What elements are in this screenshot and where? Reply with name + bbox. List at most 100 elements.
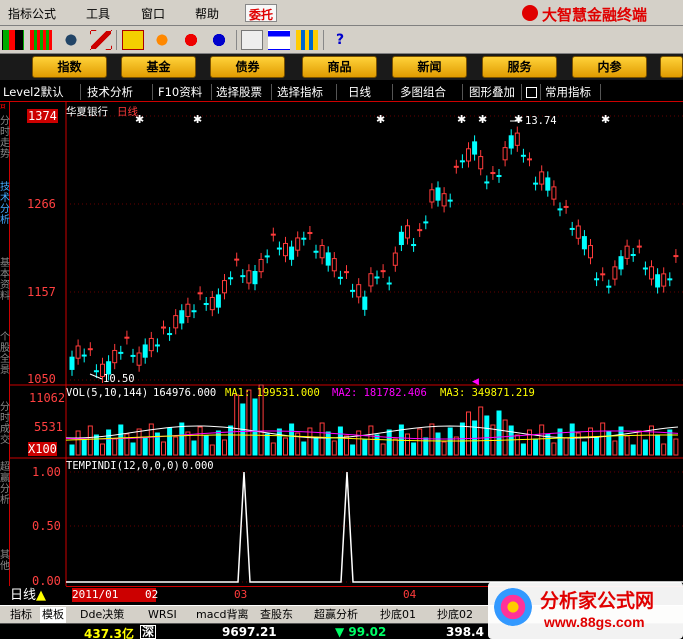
candle-body	[289, 246, 295, 260]
candle-body	[185, 303, 191, 317]
volume-bar	[405, 433, 410, 456]
candle-body	[215, 294, 221, 308]
status-index-change: ▼ 99.02	[335, 625, 387, 639]
volume-bar	[313, 436, 319, 456]
entrust-button[interactable]: 委托	[245, 4, 278, 22]
bottom-tab-template[interactable]: 模板	[40, 607, 66, 623]
category-fund[interactable]: 基金	[121, 56, 196, 78]
window-icon[interactable]	[268, 30, 290, 50]
candle-body	[459, 160, 465, 163]
category-commodity[interactable]: 商品	[302, 56, 377, 78]
candle-body	[441, 193, 447, 207]
candle-body	[276, 247, 282, 250]
menu-window[interactable]: 窗口	[141, 5, 165, 22]
chart-area[interactable]: ✱ ✱ ✱ ✱ ✱ ✱ ✱ ◀ 华夏银行 日线 1374 1266 1157 1050 13.…	[10, 102, 683, 588]
tab-technical-analysis[interactable]: 技术分析	[87, 83, 133, 101]
sub-indicator-value: 0.000	[182, 460, 214, 472]
tab-f10[interactable]: F10资料	[158, 83, 202, 101]
volume-bar	[93, 434, 99, 456]
period-label: 日线	[117, 106, 138, 118]
bottom-tab-wrsi[interactable]: WRSI	[148, 607, 177, 623]
date-tick: 02	[145, 588, 159, 601]
candle-body	[258, 258, 264, 273]
candle-body	[203, 303, 209, 306]
tab-overlay[interactable]: 图形叠加	[469, 83, 515, 101]
bottom-tab-dde[interactable]: Dde决策	[80, 607, 124, 623]
volume-bar	[551, 442, 557, 456]
candle-body	[423, 221, 429, 224]
candle-body	[301, 237, 307, 240]
candle-body	[362, 296, 368, 310]
bottom-tab-indicator[interactable]: 指标	[10, 607, 32, 623]
tab-select-indicator[interactable]: 选择指标	[277, 83, 323, 101]
volume-bar	[441, 441, 447, 456]
print-icon[interactable]	[241, 30, 263, 50]
stock-name: 华夏银行	[66, 106, 108, 118]
help-cursor-icon[interactable]: ?	[329, 30, 351, 50]
volume-bar	[234, 394, 240, 456]
candle-body	[313, 250, 319, 253]
ma1-value: MA1: 199531.000	[225, 387, 320, 399]
volume-bar	[319, 422, 325, 456]
menu-tools[interactable]: 工具	[86, 5, 110, 22]
period-selector[interactable]: 日线▲	[0, 586, 66, 605]
volume-bar	[386, 429, 392, 456]
tab-daily[interactable]: 日线	[348, 83, 371, 101]
tab-common-indicators[interactable]: 常用指标	[545, 83, 591, 101]
status-volume: 398.4	[446, 625, 484, 639]
volume-bar	[411, 442, 417, 456]
menu-formula[interactable]: 公式	[32, 5, 56, 22]
quote-icon[interactable]	[30, 30, 52, 50]
tab-multi-chart[interactable]: 多图组合	[400, 83, 446, 101]
red-ball-icon[interactable]	[180, 30, 202, 50]
menu-help[interactable]: 帮助	[195, 5, 219, 22]
lock-icon[interactable]	[526, 87, 537, 98]
menu-indicator[interactable]: 指标	[8, 5, 32, 22]
tab-select-stock[interactable]: 选择股票	[216, 83, 262, 101]
tab-separator	[392, 84, 393, 100]
volume-bar	[502, 419, 508, 456]
bottom-tab-shareholders[interactable]: 查股东	[260, 607, 293, 623]
binoculars-icon[interactable]	[60, 30, 82, 50]
volume-bar	[197, 426, 203, 456]
category-bond[interactable]: 债券	[210, 56, 285, 78]
candle-body	[472, 141, 478, 155]
vol-axis-tick: 5531	[34, 420, 63, 434]
category-service[interactable]: 服务	[482, 56, 557, 78]
settings-icon[interactable]: ¤	[0, 102, 10, 112]
event-marker: ✱	[514, 113, 523, 126]
candle-body	[661, 273, 667, 287]
candle-body	[191, 310, 197, 313]
category-more[interactable]	[660, 56, 683, 78]
category-index[interactable]: 指数	[32, 56, 107, 78]
candle-body	[429, 189, 435, 203]
connect-icon[interactable]	[2, 30, 24, 50]
candle-body	[405, 225, 410, 239]
bottom-tab-bottom01[interactable]: 抄底01	[380, 607, 416, 623]
volume-bar	[600, 422, 606, 456]
volume-bar	[222, 439, 227, 456]
candle-body	[539, 171, 545, 185]
candle-body	[93, 370, 99, 373]
tab-level2-default[interactable]: Level2默认	[3, 83, 64, 101]
bottom-tab-macd[interactable]: macd背离	[196, 607, 249, 623]
question-book-icon[interactable]	[122, 30, 144, 50]
candle-body	[81, 354, 87, 357]
volume-bar	[380, 443, 386, 456]
candle-body	[649, 266, 654, 280]
diamond-icon[interactable]	[151, 30, 173, 50]
toolbar-separator	[116, 30, 117, 50]
category-insider[interactable]: 内参	[572, 56, 647, 78]
price-axis-tick: 1050	[27, 372, 56, 386]
candle-body	[234, 258, 240, 261]
books-icon[interactable]	[296, 30, 318, 50]
volume-bar	[228, 425, 234, 456]
category-news[interactable]: 新闻	[392, 56, 467, 78]
alert-icon[interactable]	[90, 30, 112, 50]
candle-body	[283, 242, 288, 257]
price-axis-tick: 1266	[27, 197, 56, 211]
blue-ball-icon[interactable]	[208, 30, 230, 50]
tab-separator	[271, 84, 272, 100]
bottom-tab-bottom02[interactable]: 抄底02	[437, 607, 473, 623]
bottom-tab-profit[interactable]: 超赢分析	[314, 607, 358, 623]
